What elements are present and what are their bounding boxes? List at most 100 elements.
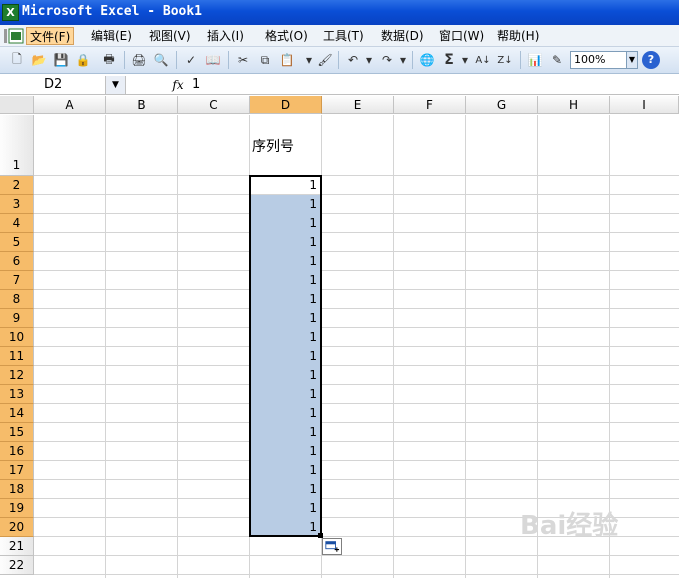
grid-line (34, 384, 679, 385)
drawing-icon[interactable]: ✎ (548, 51, 566, 69)
menu-window[interactable]: 窗口(W) (436, 27, 487, 45)
paste-icon[interactable]: 📋 (278, 51, 296, 69)
row-header-4[interactable]: 4 (0, 214, 34, 233)
menu-file[interactable]: 文件(F) (26, 27, 75, 45)
sort-descending-icon[interactable]: Z↓ (496, 51, 514, 69)
menu-tools[interactable]: 工具(T) (320, 27, 367, 45)
grid-line (34, 365, 679, 366)
grid-line (34, 327, 679, 328)
permission-icon[interactable]: 🔒 (74, 51, 92, 69)
spelling-icon[interactable]: ✓ (182, 51, 200, 69)
print-icon[interactable]: 🖶 (100, 51, 118, 69)
row-header-5[interactable]: 5 (0, 233, 34, 252)
grid-line (34, 289, 679, 290)
column-header-h[interactable]: H (538, 96, 610, 114)
column-header-a[interactable]: A (34, 96, 106, 114)
column-header-g[interactable]: G (466, 96, 538, 114)
menu-insert[interactable]: 插入(I) (204, 27, 247, 45)
row-header-12[interactable]: 12 (0, 366, 34, 385)
toolbar-separator (520, 51, 521, 69)
insert-function-icon[interactable]: fx (170, 76, 186, 94)
research-book-icon[interactable]: 📖 (204, 51, 222, 69)
toolbar-separator (338, 51, 339, 69)
grid-line (34, 460, 679, 461)
row-header-20[interactable]: 20 (0, 518, 34, 537)
grid-line (34, 194, 679, 195)
column-header-i[interactable]: I (610, 96, 679, 114)
row-header-9[interactable]: 9 (0, 309, 34, 328)
row-header-10[interactable]: 10 (0, 328, 34, 347)
sort-ascending-icon[interactable]: A↓ (474, 51, 492, 69)
row-header-7[interactable]: 7 (0, 271, 34, 290)
row-header-17[interactable]: 17 (0, 461, 34, 480)
workbook-icon[interactable] (3, 27, 25, 45)
undo-dropdown-icon[interactable]: ▾ (360, 51, 378, 69)
row-header-2[interactable]: 2 (0, 176, 34, 195)
menu-help[interactable]: 帮助(H) (494, 27, 542, 45)
formula-input[interactable]: 1 (192, 76, 200, 94)
select-all-corner[interactable] (0, 96, 34, 114)
research-icon[interactable]: 🔍 (152, 51, 170, 69)
menu-data[interactable]: 数据(D) (378, 27, 427, 45)
column-header-f[interactable]: F (394, 96, 466, 114)
cell-d1[interactable]: 序列号 (252, 136, 294, 156)
grid-line (34, 213, 679, 214)
row-header-11[interactable]: 11 (0, 347, 34, 366)
copy-icon[interactable]: ⧉ (256, 51, 274, 69)
autosum-dropdown-icon[interactable]: ▾ (456, 51, 474, 69)
grid-line (34, 422, 679, 423)
row-header-15[interactable]: 15 (0, 423, 34, 442)
grid-line (34, 270, 679, 271)
grid-line (34, 251, 679, 252)
selection-border (249, 175, 322, 537)
row-header-22[interactable]: 22 (0, 556, 34, 575)
grid-line (34, 175, 679, 176)
column-header-e[interactable]: E (322, 96, 394, 114)
toolbar-separator (228, 51, 229, 69)
name-box[interactable]: D2 (0, 76, 106, 94)
format-painter-icon[interactable]: 🖌 (316, 51, 334, 69)
row-header-19[interactable]: 19 (0, 499, 34, 518)
row-header-21[interactable]: 21 (0, 537, 34, 556)
save-icon[interactable]: 💾 (52, 51, 70, 69)
row-header-6[interactable]: 6 (0, 252, 34, 271)
grid-line (34, 346, 679, 347)
column-header-d[interactable]: D (250, 96, 322, 114)
row-header-1[interactable]: 1 (0, 115, 34, 176)
auto-fill-options-icon[interactable] (322, 538, 342, 555)
print-preview-icon[interactable]: 🖨 (130, 51, 148, 69)
grid-line (34, 479, 679, 480)
menu-format[interactable]: 格式(O) (262, 27, 311, 45)
hyperlink-icon[interactable]: 🌐 (418, 51, 436, 69)
grid-line (34, 574, 679, 575)
row-header-13[interactable]: 13 (0, 385, 34, 404)
row-header-16[interactable]: 16 (0, 442, 34, 461)
toolbar-separator (176, 51, 177, 69)
zoom-dropdown-icon[interactable]: ▼ (626, 52, 637, 68)
grid-line (34, 308, 679, 309)
baidu-jingyan-watermark: Bai经验 (520, 511, 619, 541)
window-title: Microsoft Excel - Book1 (22, 4, 203, 19)
toolbar-separator (124, 51, 125, 69)
row-header-8[interactable]: 8 (0, 290, 34, 309)
column-header-b[interactable]: B (106, 96, 178, 114)
toolbar-separator (412, 51, 413, 69)
row-header-14[interactable]: 14 (0, 404, 34, 423)
menu-view[interactable]: 视图(V) (146, 27, 194, 45)
redo-dropdown-icon[interactable]: ▾ (394, 51, 412, 69)
menu-edit[interactable]: 编辑(E) (88, 27, 135, 45)
cut-icon[interactable]: ✂ (234, 51, 252, 69)
grid-line (34, 403, 679, 404)
row-header-3[interactable]: 3 (0, 195, 34, 214)
grid-line (34, 232, 679, 233)
grid-line (34, 498, 679, 499)
chart-wizard-icon[interactable]: 📊 (526, 51, 544, 69)
name-box-dropdown-icon[interactable]: ▼ (106, 76, 126, 94)
help-icon[interactable]: ? (642, 51, 660, 69)
grid-line (34, 441, 679, 442)
row-header-18[interactable]: 18 (0, 480, 34, 499)
column-header-c[interactable]: C (178, 96, 250, 114)
excel-app-icon[interactable]: X (2, 4, 19, 21)
new-icon[interactable]: 🗋 (8, 51, 26, 69)
open-icon[interactable]: 📂 (30, 51, 48, 69)
